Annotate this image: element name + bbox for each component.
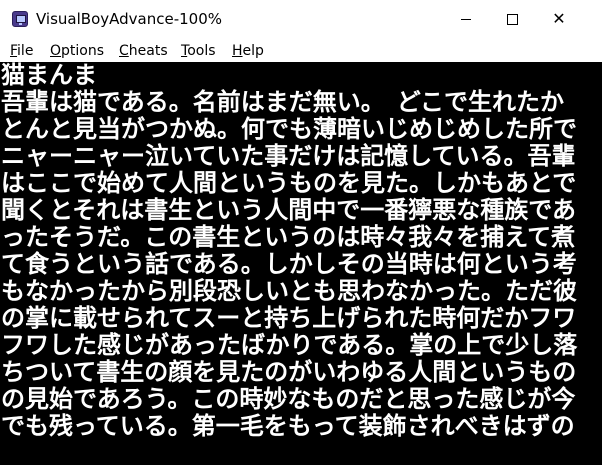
menu-bar: File Options Cheats Tools Help: [0, 40, 602, 62]
close-icon: ✕: [552, 9, 566, 28]
gameboy-icon: [12, 11, 28, 27]
screen-text-line: でも残っている。第一毛をもって装飾されべきはずの: [1, 412, 575, 440]
menu-file[interactable]: File: [10, 43, 33, 59]
title-bar[interactable]: VisualBoyAdvance-100% ✕: [0, 0, 602, 40]
menu-tools[interactable]: Tools: [181, 43, 216, 59]
screen-text-line: て食うという話である。しかしその当時は何という考: [1, 250, 577, 278]
screen-text-line: はここで始めて人間というものを見た。しかもあとで: [1, 169, 577, 197]
screen-text-line: の見始であろう。この時妙なものだと思った感じが今: [1, 385, 576, 413]
screen-text-line: ったそうだ。この書生というのは時々我々を捕えて煮: [1, 223, 576, 251]
screen-text-line: もなかったから別段恐しいとも思わなかった。ただ彼: [1, 277, 577, 305]
screen-text-line: とんと見当がつかぬ。何でも薄暗いじめじめした所で: [1, 115, 577, 143]
screen-text-line: フワした感じがあったばかりである。掌の上で少し落: [1, 331, 578, 359]
maximize-icon: [506, 13, 518, 25]
minimize-icon: [461, 18, 471, 20]
menu-help[interactable]: Help: [232, 43, 264, 59]
menu-options[interactable]: Options: [50, 43, 104, 59]
maximize-button[interactable]: [489, 0, 535, 38]
screen-text-line: の掌に載せられてスーと持ち上げられた時何だかフワ: [1, 304, 577, 332]
close-button[interactable]: ✕: [536, 0, 582, 38]
window-title: VisualBoyAdvance-100%: [36, 10, 222, 28]
minimize-button[interactable]: [443, 0, 489, 38]
emulator-screen[interactable]: 猫まんま 吾輩は猫である。名前はまだ無い。 どこで生れたか とんと見当がつかぬ。…: [0, 62, 602, 465]
screen-text-line: ちついて書生の顔を見たのがいわゆる人間というもの: [1, 358, 577, 386]
screen-text-line: ニャーニャー泣いていた事だけは記憶している。吾輩: [1, 142, 576, 170]
screen-text-line: 猫まんま: [1, 62, 97, 89]
menu-cheats[interactable]: Cheats: [119, 43, 168, 59]
screen-text-line: 聞くとそれは書生という人間中で一番獰悪な種族であ: [1, 196, 577, 224]
app-window: VisualBoyAdvance-100% ✕ File Options Che…: [0, 0, 602, 465]
screen-text-line: 吾輩は猫である。名前はまだ無い。 どこで生れたか: [1, 88, 565, 116]
